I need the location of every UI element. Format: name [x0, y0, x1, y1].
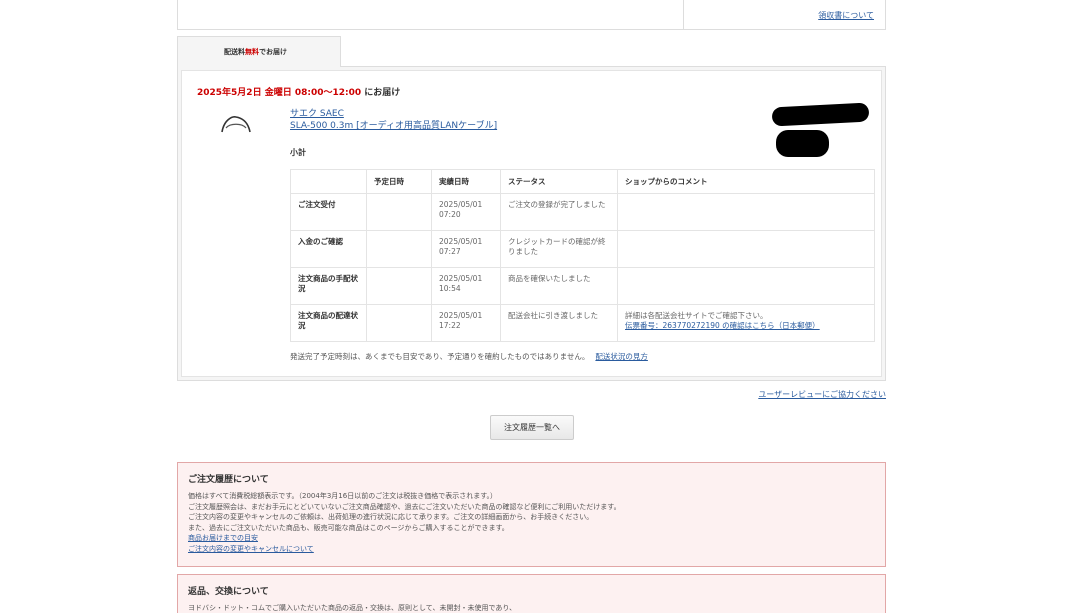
row-label: ご注文受付 [290, 193, 367, 231]
info-line: また、過去にご注文いただいた商品も、販売可能な商品はこのページからご購入すること… [188, 523, 509, 532]
delivery-note: 発送完了予定時刻は、あくまでも目安であり、予定通りを確約したものではありません。… [290, 351, 648, 362]
table-header [290, 169, 367, 194]
table-row: 注文商品の手配状況 2025/05/01 10:54 商品を確保いたしました [290, 267, 875, 305]
comment-cell: 詳細は各配送会社サイトでご確認下さい。 伝票番号：263770272190 の確… [617, 304, 875, 342]
table-header: ショップからのコメント [617, 169, 875, 194]
shipment-panel: 2025年5月2日 金曜日 08:00～12:00 にお届け サエク SAEC … [177, 66, 886, 381]
row-label: 注文商品の手配状況 [290, 267, 367, 305]
table-header: 実績日時 [431, 169, 501, 194]
status-cell: ご注文の登録が完了しました [500, 193, 618, 231]
actual-cell: 2025/05/01 10:54 [431, 267, 501, 305]
actual-cell: 2025/05/01 07:27 [431, 230, 501, 268]
comment-cell [617, 230, 875, 268]
returns-box-title: 返品、交換について [188, 587, 269, 597]
returns-info-box: 返品、交換について ヨドバシ・ドット・コムでご購入いただいた商品の返品・交換は、… [177, 574, 886, 613]
planned-cell [366, 304, 432, 342]
info-line: ご注文内容の変更やキャンセルのご依頼は、出荷処理の進行状況に応じて承ります。ご注… [188, 513, 594, 521]
divider [683, 0, 684, 29]
info-box-title: ご注文履歴について [188, 475, 269, 485]
order-summary-box: 領収書について [177, 0, 886, 30]
user-review-link[interactable]: ユーザーレビューにご協力ください [758, 389, 886, 400]
planned-cell [366, 267, 432, 305]
returns-line: ヨドバシ・ドット・コムでご購入いただいた商品の返品・交換は、原則として、未開封・… [188, 604, 517, 612]
tracking-link[interactable]: 伝票番号：263770272190 の確認はこちら（日本郵便） [625, 321, 820, 330]
table-header-row: 予定日時 実績日時 ステータス ショップからのコメント [290, 169, 875, 194]
table-header: 予定日時 [366, 169, 432, 194]
table-row: ご注文受付 2025/05/01 07:20 ご注文の登録が完了しました [290, 193, 875, 231]
order-history-info-box: ご注文履歴について 価格はすべて消費税総額表示です。（2004年3月16日以前の… [177, 462, 886, 567]
order-history-button[interactable]: 注文履歴一覧へ [490, 415, 574, 440]
table-row: 入金のご確認 2025/05/01 07:27 クレジットカードの確認が終りまし… [290, 230, 875, 268]
order-change-cancel-link[interactable]: ご注文内容の変更やキャンセルについて [188, 544, 875, 555]
delivery-note-text: 発送完了予定時刻は、あくまでも目安であり、予定通りを確約したものではありません。 [290, 352, 590, 361]
order-status-table: 予定日時 実績日時 ステータス ショップからのコメント ご注文受付 2025/0… [290, 169, 875, 342]
row-label: 注文商品の配達状況 [290, 304, 367, 342]
delivery-estimate-link[interactable]: 商品お届けまでの目安 [188, 533, 875, 544]
actual-cell: 2025/05/01 07:20 [431, 193, 501, 231]
row-label: 入金のご確認 [290, 230, 367, 268]
status-cell: 配送会社に引き渡しました [500, 304, 618, 342]
comment-text: 詳細は各配送会社サイトでご確認下さい。 [625, 311, 768, 320]
comment-cell [617, 267, 875, 305]
actual-cell: 2025/05/01 17:22 [431, 304, 501, 342]
planned-cell [366, 193, 432, 231]
status-cell: クレジットカードの確認が終りました [500, 230, 618, 268]
table-row: 注文商品の配達状況 2025/05/01 17:22 配送会社に引き渡しました … [290, 304, 875, 342]
tab-suffix: でお届け [259, 48, 287, 56]
tab-prefix: 配送料 [224, 48, 245, 56]
info-line: 価格はすべて消費税総額表示です。（2004年3月16日以前のご注文は税抜き価格で… [188, 492, 498, 500]
planned-cell [366, 230, 432, 268]
comment-cell [617, 193, 875, 231]
table-header: ステータス [500, 169, 618, 194]
status-table-wrapper: 予定日時 実績日時 ステータス ショップからのコメント ご注文受付 2025/0… [182, 71, 881, 343]
shipment-inner: 2025年5月2日 金曜日 08:00～12:00 にお届け サエク SAEC … [181, 70, 882, 377]
info-line: ご注文履歴照会は、まだお手元にとどいていないご注文商品確認や、過去にご注文いただ… [188, 502, 621, 511]
delivery-status-guide-link[interactable]: 配送状況の見方 [595, 352, 648, 361]
status-cell: 商品を確保いたしました [500, 267, 618, 305]
tab-free-label: 無料 [245, 48, 259, 56]
receipt-info-link[interactable]: 領収書について [818, 10, 874, 21]
shipping-tab[interactable]: 配送料無料でお届け [177, 36, 341, 67]
